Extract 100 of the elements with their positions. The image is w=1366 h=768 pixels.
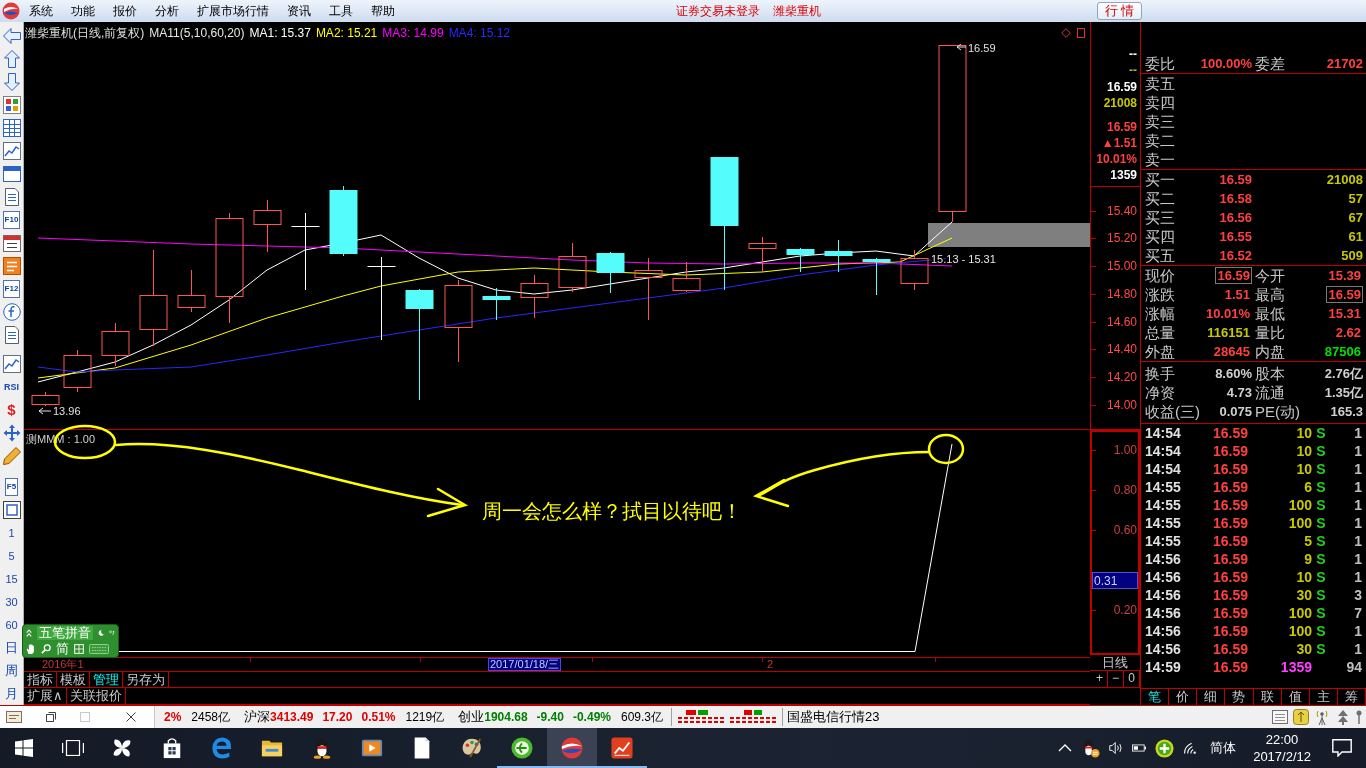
low-price-label: 13.96	[38, 405, 81, 417]
toolbar-button[interactable]: $	[7, 402, 16, 417]
zoom-button[interactable]: +	[1092, 671, 1108, 687]
menu-item[interactable]: 工具	[320, 3, 362, 19]
input-language[interactable]: 简体	[1210, 739, 1237, 757]
grid-icon[interactable]	[2, 95, 21, 114]
list-icon[interactable]	[1272, 709, 1288, 725]
view-tab[interactable]: 指标	[24, 672, 57, 687]
field-value: 4.73	[1226, 385, 1252, 400]
up-arrow-tile-icon[interactable]	[1293, 709, 1309, 725]
diamond-icon[interactable]	[1061, 28, 1071, 38]
menu-item[interactable]: 扩展市场行情	[188, 3, 278, 19]
toolbar-button[interactable]: RSI	[4, 379, 19, 394]
double-up-arrow-icon[interactable]	[1335, 709, 1351, 725]
window-icon[interactable]	[6, 711, 22, 723]
line-chart-icon[interactable]	[2, 354, 21, 373]
trade-side: S	[1316, 605, 1326, 621]
toolbar-button[interactable]: F5	[4, 477, 19, 496]
menu-item[interactable]: 帮助	[362, 3, 404, 19]
candle	[253, 199, 282, 253]
trade-time: 14:56	[1145, 569, 1182, 585]
panel-tab[interactable]: 关联报价	[66, 688, 126, 704]
penguin-icon[interactable]	[1081, 738, 1101, 758]
field-label: 总量	[1145, 324, 1176, 341]
panel-tab[interactable]: 扩展∧	[24, 688, 67, 704]
field-label: 最低	[1255, 305, 1286, 322]
toolbar-button[interactable]: 1	[8, 525, 15, 540]
menu-item[interactable]: 分析	[146, 3, 188, 19]
moon-icon[interactable]	[98, 627, 104, 639]
search-icon[interactable]	[41, 643, 51, 655]
task-view-icon[interactable]	[61, 740, 84, 756]
message-icon[interactable]	[1332, 739, 1352, 757]
turnover-amount: 609.3亿	[621, 708, 663, 726]
trade-count: 7	[1354, 605, 1362, 621]
symbol-grid-icon[interactable]	[74, 643, 84, 655]
square-icon[interactable]	[1076, 28, 1086, 38]
document-icon[interactable]	[2, 187, 21, 206]
turnover-amount: 2458亿	[191, 708, 231, 726]
restore-icon[interactable]	[46, 712, 56, 722]
news-icon[interactable]	[2, 256, 21, 275]
zoom-button[interactable]: −	[1108, 671, 1124, 687]
speaker-icon[interactable]	[1109, 741, 1124, 755]
trade-count: 94	[1346, 659, 1362, 675]
quote-value: 16.59	[1106, 120, 1137, 134]
move-icon[interactable]	[2, 423, 21, 442]
line-chart-icon[interactable]	[2, 141, 21, 160]
penguin-icon	[311, 737, 333, 759]
view-tab[interactable]: 另存为	[123, 672, 169, 687]
menu-item[interactable]: 系统	[20, 3, 62, 19]
window-icon[interactable]	[2, 164, 21, 183]
toolbar-button[interactable]: 30	[5, 594, 18, 609]
toolbar-button[interactable]: 15	[5, 571, 18, 586]
frame-icon[interactable]	[2, 500, 21, 519]
curve-circle-icon[interactable]	[2, 302, 21, 321]
field-value: 87506	[1323, 343, 1362, 360]
trade-side: S	[1316, 497, 1326, 513]
windows-logo-icon[interactable]	[15, 739, 33, 757]
toolbar-button[interactable]: 周	[5, 663, 18, 678]
battery-icon[interactable]	[1132, 741, 1147, 755]
candle	[101, 322, 130, 367]
calendar-icon[interactable]	[2, 233, 21, 252]
clock-date[interactable]: 2017/2/12	[1253, 748, 1311, 765]
toolbar-button[interactable]: F10	[2, 210, 21, 229]
double-chevron-icon[interactable]	[26, 627, 32, 639]
index-name: 沪深	[244, 708, 271, 726]
view-tab[interactable]: 管理	[90, 672, 123, 687]
charset-button[interactable]: 简	[56, 642, 69, 656]
left-arrow-icon[interactable]	[2, 26, 21, 45]
menu-item[interactable]: 功能	[62, 3, 104, 19]
clock-time[interactable]: 22:00	[1265, 731, 1299, 748]
menu-item[interactable]: 资讯	[278, 3, 320, 19]
table-icon[interactable]	[2, 118, 21, 137]
index-percent: 0.51%	[361, 710, 396, 724]
toolbar-button[interactable]: F12	[2, 279, 21, 298]
menu-item[interactable]: 报价	[104, 3, 146, 19]
trade-count: 1	[1354, 479, 1362, 495]
plus-icon[interactable]	[1155, 738, 1175, 758]
down-arrow-icon[interactable]	[2, 72, 21, 91]
bid-price: 16.56	[1219, 210, 1252, 225]
close-icon[interactable]	[126, 712, 136, 722]
hand-icon[interactable]	[26, 643, 36, 655]
wifi-icon[interactable]	[1183, 741, 1198, 755]
quote-button[interactable]: 行 情	[1097, 2, 1142, 20]
toolbar-button[interactable]: 月	[5, 686, 18, 701]
pinwheel-icon	[111, 737, 133, 759]
news-ticker[interactable]: 国盛电信行情23	[782, 708, 880, 726]
trade-volume: 10	[1296, 443, 1312, 459]
toolbar-button[interactable]: 日	[5, 640, 18, 655]
up-arrow-icon[interactable]	[2, 49, 21, 68]
swirl-logo-icon	[2, 2, 20, 20]
price-tick-label: 15.00	[1106, 259, 1137, 273]
zoom-button[interactable]: 0	[1124, 671, 1140, 687]
pin-icon[interactable]	[1356, 709, 1362, 725]
document-icon[interactable]	[2, 325, 21, 344]
view-tab[interactable]: 模板	[57, 672, 90, 687]
pencil-icon[interactable]	[2, 446, 21, 465]
toolbar-button[interactable]: 60	[5, 617, 18, 632]
toolbar-button[interactable]: 5	[8, 548, 15, 563]
antenna-icon[interactable]	[1314, 709, 1330, 725]
period-label[interactable]: 日线	[1102, 655, 1128, 670]
